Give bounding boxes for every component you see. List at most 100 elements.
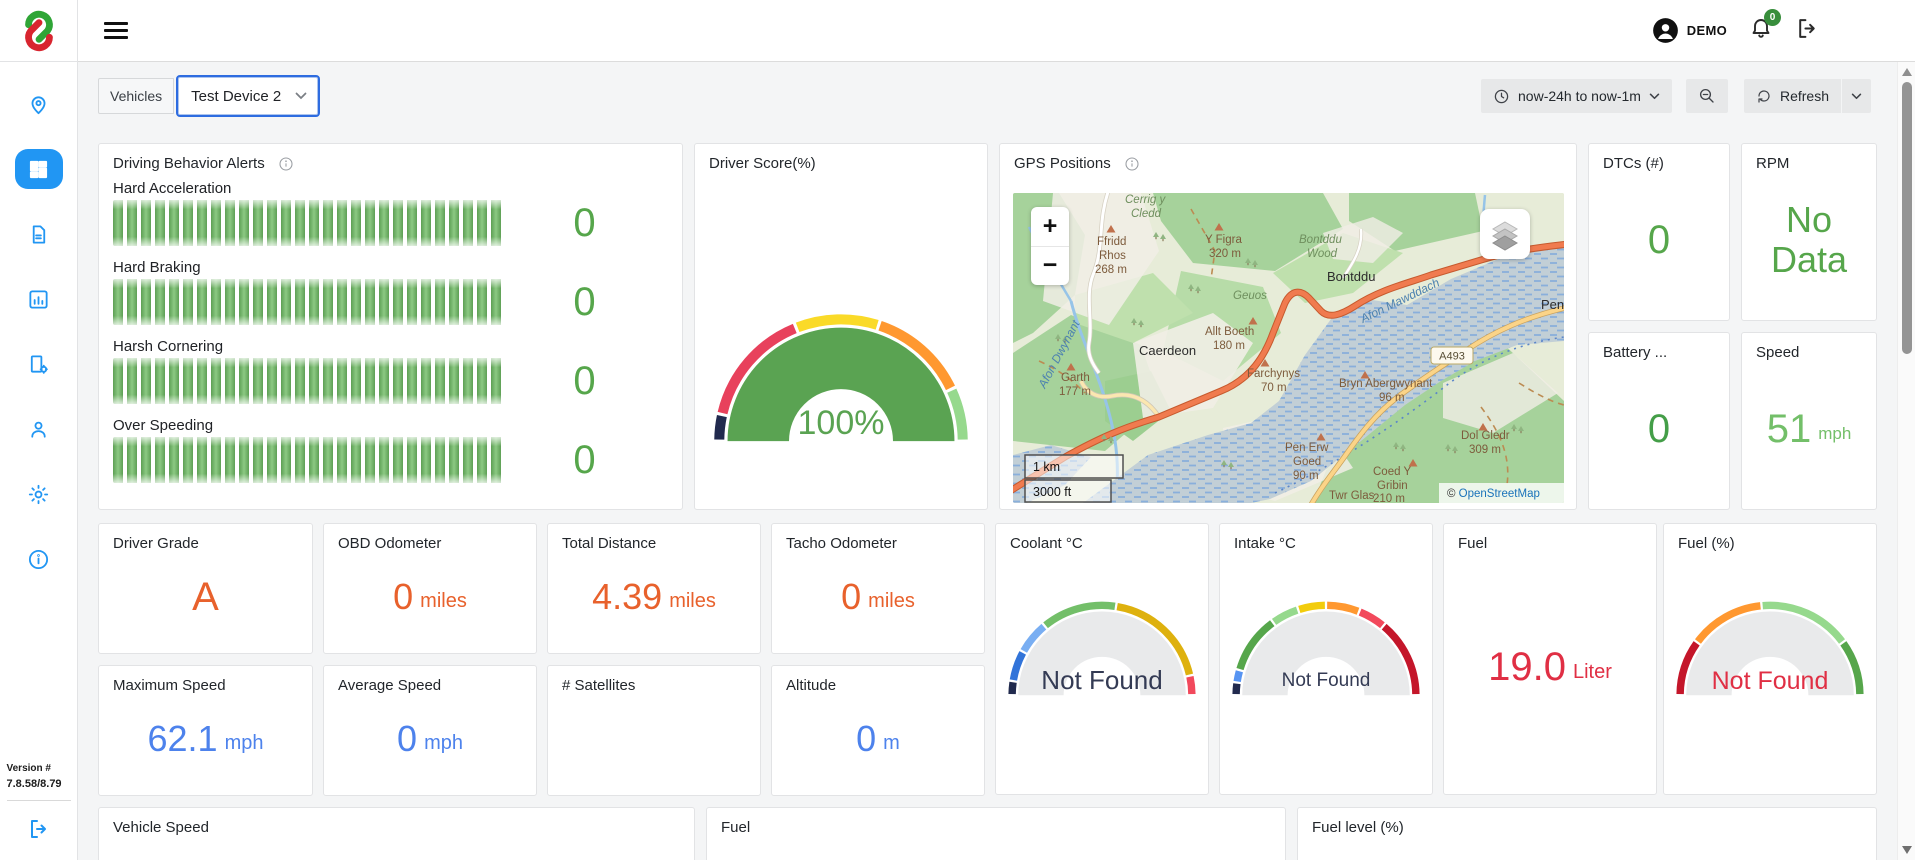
panel-title[interactable]: Driving Behavior Alerts: [99, 144, 682, 172]
map-label: Cledd: [1131, 208, 1162, 220]
stat-value: 0: [841, 575, 862, 617]
stat-unit: m: [883, 732, 900, 754]
svg-text:1 km: 1 km: [1033, 460, 1060, 474]
scrollbar-thumb[interactable]: [1902, 82, 1912, 354]
map-label: Coed Y: [1373, 466, 1411, 478]
chevron-down-icon: [295, 92, 307, 100]
panel-title[interactable]: Fuel level (%): [1298, 808, 1876, 836]
map-canvas[interactable]: Cerrig y Cledd Ffridd Rhos 268 m Y Figra…: [1013, 193, 1564, 503]
panel-title[interactable]: Intake °C: [1220, 524, 1432, 552]
panel-title[interactable]: Vehicle Speed: [99, 808, 694, 836]
panel-rpm: RPM No Data: [1741, 143, 1877, 321]
topbar: DEMO 0: [78, 0, 1915, 62]
notification-badge: 0: [1764, 9, 1781, 26]
menu-toggle-button[interactable]: [104, 22, 128, 39]
document-icon: [32, 224, 46, 244]
map-label: 320 m: [1209, 248, 1241, 260]
panel-title[interactable]: Tacho Odometer: [772, 524, 984, 552]
map-zoom-out-button[interactable]: −: [1031, 247, 1069, 286]
fuel-percent-gauge: Not Found: [1674, 594, 1866, 704]
panel-title[interactable]: Coolant °C: [996, 524, 1208, 552]
brand-logo[interactable]: [16, 8, 62, 54]
layers-icon: [1492, 221, 1518, 251]
refresh-button[interactable]: Refresh: [1743, 79, 1841, 113]
panel-obd-odometer: OBD Odometer 0 miles: [323, 523, 537, 654]
alert-value: 0: [573, 359, 596, 403]
panel-fuel-percent: Fuel (%) Not Found: [1663, 523, 1877, 795]
scroll-up-arrow[interactable]: [1902, 68, 1912, 76]
svg-text:3000 ft: 3000 ft: [1033, 485, 1072, 499]
version-info: Version # 7.8.58/8.79: [6, 762, 62, 790]
sidebar-item-devices[interactable]: [15, 344, 63, 384]
panel-title[interactable]: Altitude: [772, 666, 984, 694]
sidebar-logout-button[interactable]: [27, 817, 51, 846]
map-label: 70 m: [1261, 382, 1287, 394]
logout-icon: [30, 820, 46, 838]
panel-title[interactable]: GPS Positions: [1000, 144, 1576, 172]
map-label: Geuos: [1233, 290, 1267, 302]
sidebar-divider: [0, 61, 78, 62]
logout-button[interactable]: [1795, 16, 1820, 46]
refresh-icon: [1758, 90, 1770, 103]
sidebar-item-settings[interactable]: [15, 474, 63, 514]
sidebar-item-dashboard[interactable]: [14, 149, 63, 189]
person-icon: [31, 421, 46, 438]
panel-driver-score: Driver Score(%) 100%: [694, 143, 988, 510]
vehicle-select[interactable]: Test Device 2: [176, 75, 321, 117]
scroll-down-arrow[interactable]: [1902, 846, 1912, 854]
sidebar-item-about[interactable]: [15, 539, 63, 579]
time-zoom-out-button[interactable]: [1685, 79, 1728, 113]
panel-title[interactable]: Speed: [1742, 333, 1876, 361]
user-menu[interactable]: DEMO: [1652, 17, 1727, 44]
sidebar-item-users[interactable]: [15, 409, 63, 449]
panel-title[interactable]: OBD Odometer: [324, 524, 536, 552]
map-label: Goed: [1293, 456, 1321, 468]
panel-title[interactable]: Fuel (%): [1664, 524, 1876, 552]
stat-value: 0: [856, 717, 877, 759]
time-range-picker[interactable]: now-24h to now-1m: [1481, 79, 1672, 113]
panel-title[interactable]: Fuel: [1444, 524, 1656, 552]
panel-title[interactable]: Driver Score(%): [695, 144, 987, 172]
panel-title[interactable]: DTCs (#): [1589, 144, 1729, 172]
map-layers-button[interactable]: [1480, 209, 1530, 259]
openstreetmap-link[interactable]: OpenStreetMap: [1459, 488, 1540, 500]
map-label: Twr Glas: [1329, 490, 1375, 502]
map-zoom-in-button[interactable]: +: [1031, 207, 1069, 247]
panel-title[interactable]: Average Speed: [324, 666, 536, 694]
info-icon[interactable]: [278, 156, 294, 172]
map-label: Allt Boeth: [1205, 326, 1254, 338]
dashboard-icon: [29, 160, 48, 178]
map-label: 309 m: [1469, 444, 1501, 456]
sidebar-item-documents[interactable]: [15, 214, 63, 254]
alert-row: Hard Acceleration 0: [113, 180, 664, 246]
intake-gauge: Not Found: [1230, 594, 1422, 704]
stat-unit: miles: [868, 590, 915, 612]
panel-title[interactable]: Fuel: [707, 808, 1285, 836]
panel-title[interactable]: Total Distance: [548, 524, 760, 552]
sidebar-item-reports[interactable]: [15, 279, 63, 319]
sidebar-item-tracking[interactable]: [15, 84, 63, 124]
stat-unit: miles: [420, 590, 467, 612]
stat-unit: mph: [1818, 424, 1852, 443]
panel-title[interactable]: Driver Grade: [99, 524, 312, 552]
stat-value: 0: [397, 717, 418, 759]
stat-value: 0: [393, 575, 414, 617]
map-label: 180 m: [1213, 340, 1245, 352]
info-icon[interactable]: [1124, 156, 1140, 172]
panel-title[interactable]: # Satellites: [548, 666, 760, 694]
notifications-button[interactable]: 0: [1749, 9, 1781, 45]
map-label: Bryn Abergwynant: [1339, 378, 1433, 390]
panel-title[interactable]: RPM: [1742, 144, 1876, 172]
sidebar: Version # 7.8.58/8.79: [0, 0, 78, 860]
refresh-interval-dropdown[interactable]: [1842, 79, 1871, 113]
map-label: Garth: [1061, 372, 1090, 384]
panel-title[interactable]: Maximum Speed: [99, 666, 312, 694]
gauge-value: 100%: [797, 403, 885, 442]
svg-text:A493: A493: [1439, 351, 1465, 363]
chevron-down-icon: [1851, 93, 1862, 99]
map-label: Cerrig y: [1125, 194, 1167, 206]
panel-title[interactable]: Battery ...: [1589, 333, 1729, 361]
bar-gauge: [113, 200, 505, 246]
panel-satellites: # Satellites: [547, 665, 761, 796]
map-label: Dol Gledr: [1461, 430, 1510, 442]
